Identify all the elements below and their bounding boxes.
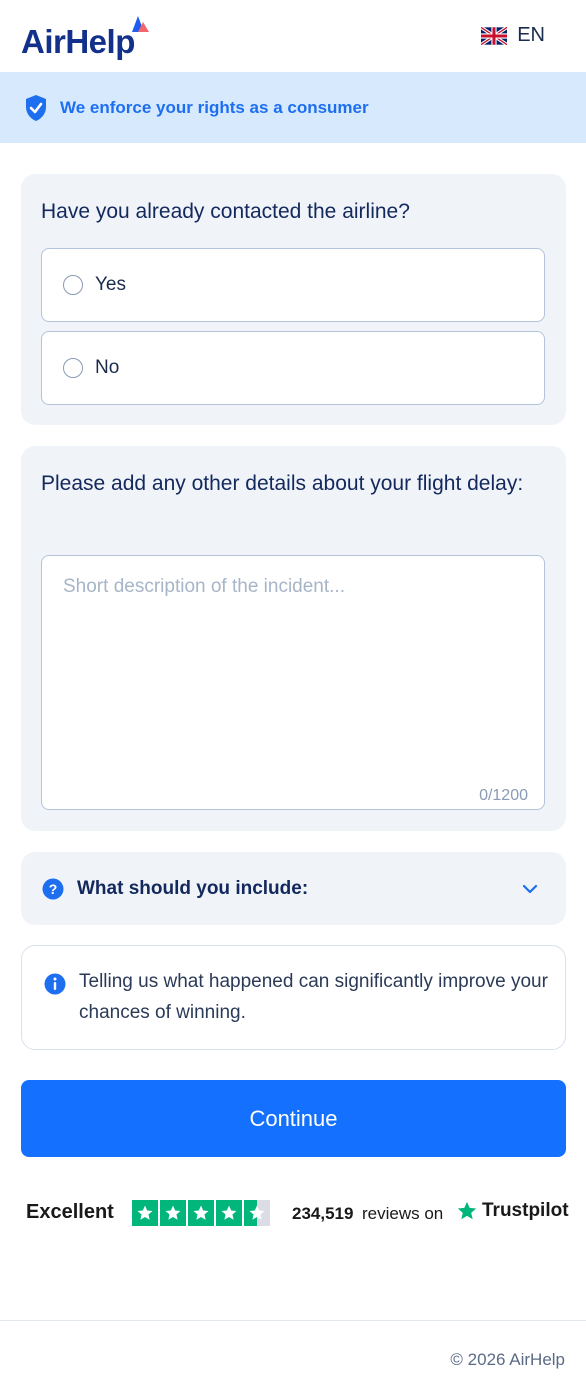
trustpilot-star-icon — [457, 1201, 477, 1220]
star-icon — [216, 1200, 242, 1226]
language-code: EN — [517, 24, 545, 46]
continue-button[interactable]: Continue — [21, 1080, 566, 1157]
trustpilot-logo: Trustpilot — [456, 1200, 569, 1222]
question-circle-icon: ? — [42, 878, 64, 899]
incident-description-textarea[interactable]: Short description of the incident... 0/1… — [41, 555, 545, 810]
half-star-icon — [244, 1200, 270, 1226]
footer-copyright: © 2026 AirHelp — [450, 1350, 565, 1369]
radio-label-yes: Yes — [95, 274, 126, 295]
flight-delay-details-card: Please add any other details about your … — [21, 446, 566, 831]
brand-name: AirHelp — [21, 23, 135, 60]
textarea-placeholder: Short description of the incident... — [63, 576, 345, 597]
trustpilot-stars — [132, 1200, 270, 1226]
info-notice: Telling us what happened can significant… — [21, 945, 566, 1050]
footer-divider — [0, 1320, 586, 1321]
radio-label-no: No — [95, 357, 120, 378]
language-selector[interactable]: EN — [481, 24, 545, 47]
logo-mark-icon — [132, 16, 149, 32]
contacted-airline-card: Have you already contacted the airline? … — [21, 174, 566, 425]
radio-circle[interactable] — [63, 275, 83, 295]
continue-label: Continue — [249, 1105, 338, 1131]
what-to-include-accordion[interactable]: ? What should you include: — [21, 852, 566, 925]
banner-text: We enforce your rights as a consumer — [60, 97, 369, 117]
radio-circle[interactable] — [63, 358, 83, 378]
info-icon — [44, 973, 66, 995]
radio-option-no[interactable]: No — [41, 331, 545, 405]
chevron-down-icon[interactable] — [521, 880, 539, 898]
character-counter: 0/1200 — [479, 787, 528, 804]
trustpilot-name: Trustpilot — [482, 1200, 569, 1221]
star-icon — [132, 1200, 158, 1226]
star-icon — [160, 1200, 186, 1226]
star-icon — [188, 1200, 214, 1226]
trustpilot-widget[interactable]: Excellent 234,519 reviews on Trustpilot — [26, 1198, 569, 1228]
info-text: Telling us what happened can significant… — [79, 971, 548, 1023]
svg-text:?: ? — [49, 881, 58, 897]
consumer-rights-banner: We enforce your rights as a consumer — [0, 72, 586, 143]
trustpilot-rating-label: Excellent — [26, 1201, 114, 1223]
review-count: 234,519 — [292, 1204, 354, 1223]
details-question: Please add any other details about your … — [41, 472, 524, 495]
contacted-airline-question: Have you already contacted the airline? — [41, 200, 410, 223]
reviews-on-text: reviews on — [362, 1204, 444, 1223]
accordion-title: What should you include: — [77, 877, 309, 899]
header: AirHelp EN — [0, 0, 586, 72]
uk-flag-icon — [481, 26, 508, 45]
radio-option-yes[interactable]: Yes — [41, 248, 545, 322]
shield-check-icon — [26, 94, 46, 121]
